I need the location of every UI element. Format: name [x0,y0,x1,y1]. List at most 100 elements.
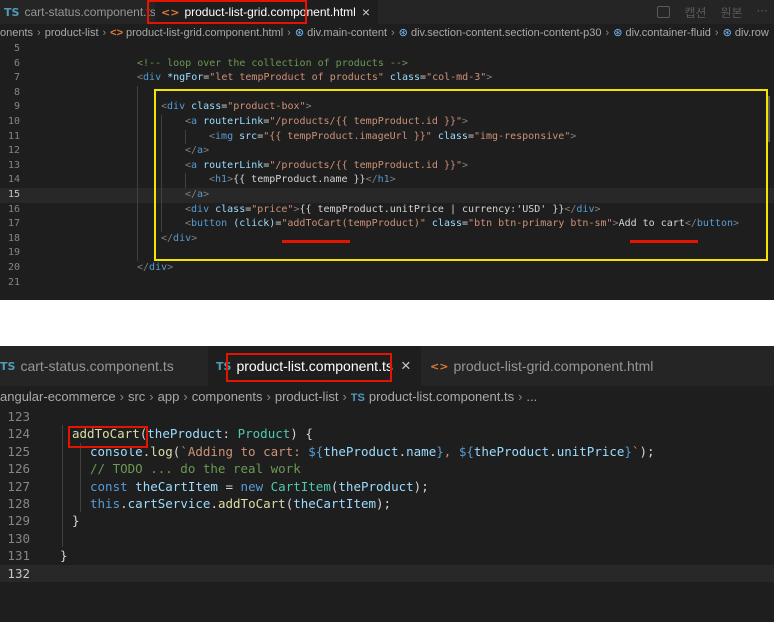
code-line[interactable]: 127 const theCartItem = new CartItem(theP… [0,478,774,495]
code-text: </div> [137,261,173,276]
breadcrumb-item[interactable]: src [128,389,145,404]
code-text: } [72,512,80,529]
breadcrumb-item[interactable]: product-list [45,27,99,39]
tab-product-list-grid-html-bottom[interactable]: <> product-list-grid.component.html [422,346,663,386]
tab-cart-status-bottom[interactable]: TS cart-status.component.ts [0,346,184,386]
code-token: ${ [458,443,474,459]
typescript-file-icon: TS [0,359,16,373]
breadcrumb-item[interactable]: div.section-content.section-content-p30 [411,27,602,39]
code-line[interactable]: 130 [0,530,774,547]
code-token: div [143,72,162,84]
top-right-actions: 캡션 원본 ··· [657,4,768,21]
code-token: : [222,426,238,442]
code-token: </ [137,262,150,273]
highlight-box-product-box [154,89,768,261]
typescript-file-icon: TS [4,5,20,19]
code-line[interactable]: 20 </div> [0,261,774,276]
code-token: "let tempProduct of products" [209,72,384,84]
code-text: // TODO ... do the real work [90,460,301,477]
more-actions-icon[interactable]: ··· [757,4,768,21]
line-number: 20 [7,262,20,273]
line-number: 17 [7,218,20,230]
breadcrumb-item[interactable]: ... [526,389,537,404]
code-token: const [90,478,128,494]
breadcrumb-item[interactable]: product-list [275,389,339,404]
code-line[interactable]: 7 <div *ngFor="let tempProduct of product… [0,71,774,86]
underline-add-to-cart-text [630,240,698,243]
line-number: 132 [7,565,30,581]
tab-label: cart-status.component.ts [20,358,174,374]
code-line[interactable]: 132 [0,564,774,582]
code-text: this.cartService.addToCart(theCartItem); [90,495,391,512]
code-token: } [60,548,68,564]
code-token: ) { [290,426,313,442]
line-number: 123 [7,409,30,424]
indent-guide [80,442,81,513]
breadcrumb-item[interactable]: div.row [735,27,769,39]
code-line[interactable]: 21 [0,276,774,291]
breadcrumb-item[interactable]: product-list-grid.component.html [126,27,283,39]
code-line[interactable]: 6 <!-- loop over the collection of produc… [0,57,774,72]
line-number: 10 [7,116,20,127]
close-icon[interactable]: × [401,356,411,376]
breadcrumb-item[interactable]: components [192,389,263,404]
chat-icon[interactable] [657,6,671,18]
breadcrumb-item[interactable]: div.main-content [307,27,387,39]
tab-cart-status-top[interactable]: TS cart-status.component.ts [0,0,164,24]
breadcrumb-item[interactable]: div.container-fluid [625,27,710,39]
code-token: <!-- loop over the collection of product… [137,57,408,69]
code-token: . [120,496,128,511]
line-number: 127 [7,478,30,494]
code-token: unitPrice [556,443,625,459]
line-number: 21 [7,276,20,288]
code-token: "col-md-3" [426,72,487,84]
code-token: theProduct [338,478,414,494]
element-icon: ⊛ [294,27,305,39]
highlight-box-ts-tab [226,353,392,382]
line-number: 11 [7,130,20,142]
code-text: } [60,547,68,564]
line-number: 8 [13,86,20,98]
code-line[interactable]: 126 // TODO ... do the real work [0,460,774,477]
code-token: addToCart [217,496,286,511]
line-number: 124 [7,426,30,442]
code-line[interactable]: 123 [0,408,774,425]
code-token: > [167,262,174,273]
line-number: 131 [7,548,30,564]
line-number: 15 [7,189,20,200]
code-line[interactable]: 129} [0,512,774,529]
caption-button[interactable]: 캡션 [684,4,706,21]
breadcrumb-item[interactable]: onents [0,27,33,39]
original-button[interactable]: 원본 [720,4,742,21]
breadcrumb-item[interactable]: angular-ecommerce [0,389,116,404]
code-line[interactable]: 128 this.cartService.addToCart(theCartIte… [0,495,774,512]
code-token: } [72,513,80,529]
line-number: 128 [7,496,30,511]
code-token: // TODO ... do the real work [90,461,301,477]
code-token: theProduct [473,443,550,459]
html-file-icon: <> [110,27,124,39]
underline-addtocart-html [282,240,350,243]
code-token: . [549,443,557,459]
tab-label: cart-status.component.ts [24,5,156,19]
breadcrumb-item[interactable]: app [158,389,180,404]
line-number: 18 [7,232,20,244]
code-line[interactable]: 131} [0,547,774,564]
line-number: 129 [7,513,30,529]
typescript-file-icon: TS [350,392,365,404]
breadcrumb-item[interactable]: product-list.component.ts [369,389,514,404]
code-token: theProduct [147,426,223,442]
code-token: div [149,262,168,273]
scrollbar-marker[interactable] [768,96,770,142]
code-token: CartItem [270,478,331,494]
element-icon: ⊛ [613,27,623,39]
indent-guide [137,85,138,261]
breadcrumb: onents › product-list › <> product-list-grid.… [0,24,774,42]
close-icon[interactable]: × [362,4,370,20]
line-number: 7 [13,72,20,84]
code-token: . [398,443,407,459]
line-number: 5 [13,43,20,54]
code-line[interactable]: 5 [0,42,774,57]
code-token: class [389,72,421,84]
